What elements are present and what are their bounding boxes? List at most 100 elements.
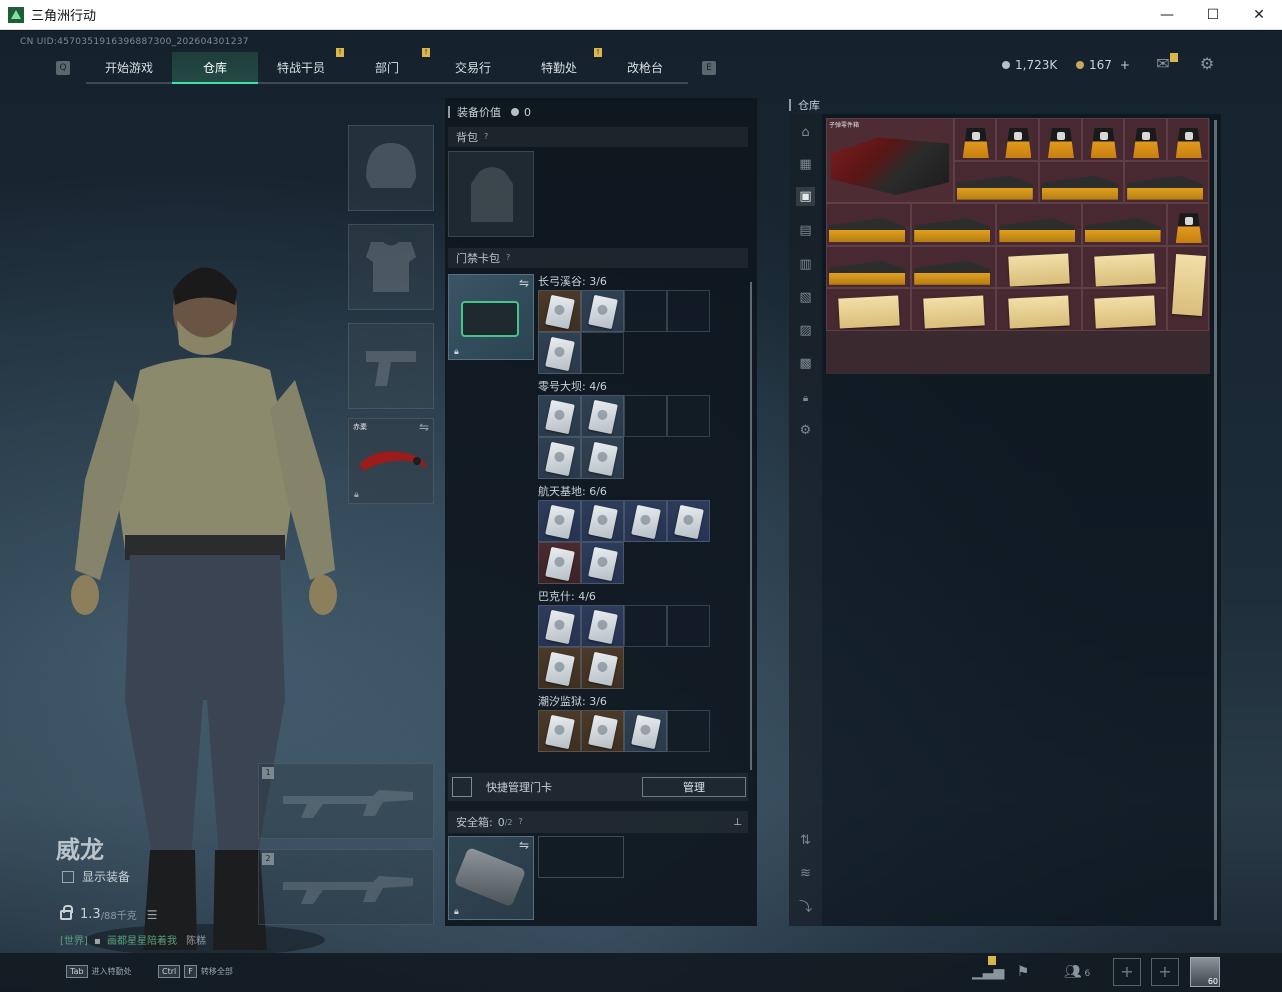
add-currency-icon[interactable]: + xyxy=(1120,58,1130,72)
player-avatar[interactable]: 60 xyxy=(1190,957,1220,987)
list-icon[interactable]: ☰ xyxy=(147,908,158,922)
ammo-parts-box[interactable]: 子弹零件箱 xyxy=(826,118,954,204)
invite-slot-1-button[interactable]: + xyxy=(1113,958,1141,986)
storage-tab-1-icon[interactable]: ⌂ xyxy=(796,123,815,142)
tab-gunsmith[interactable]: 改枪台 xyxy=(602,52,688,84)
empty-cell[interactable] xyxy=(624,290,667,332)
manage-button[interactable]: 管理 xyxy=(642,777,746,797)
empty-cell[interactable] xyxy=(624,395,667,437)
storage-tab-5-icon[interactable]: ▥ xyxy=(796,255,815,274)
help-icon[interactable]: ? xyxy=(484,132,494,142)
keycard-cell[interactable] xyxy=(538,290,581,332)
document-item[interactable] xyxy=(826,288,912,331)
storage-tab-6-icon[interactable]: ▧ xyxy=(796,288,815,307)
ammo-box-item[interactable] xyxy=(911,245,997,289)
keycard-cell[interactable] xyxy=(667,500,710,542)
gear-icon[interactable]: ⚙ xyxy=(796,421,815,440)
invite-slot-2-button[interactable]: + xyxy=(1151,958,1179,986)
transfer-icon[interactable]: ⤵ xyxy=(796,898,815,917)
coffee-item[interactable] xyxy=(953,118,997,161)
ammo-box-item[interactable] xyxy=(1038,160,1125,204)
ammo-box-item[interactable] xyxy=(996,203,1082,246)
document-item[interactable] xyxy=(1081,288,1167,331)
tab-special-ops[interactable]: 特勤处! xyxy=(516,48,602,84)
ammo-box-item[interactable] xyxy=(826,203,912,246)
swap-icon[interactable]: ⇋ xyxy=(519,838,529,852)
melee-slot[interactable]: 赤橐 ⇋ 🔒︎ xyxy=(348,418,434,504)
tab-start-game[interactable]: 开始游戏 xyxy=(86,52,172,84)
keycard-cell[interactable] xyxy=(581,437,624,479)
tab-trade[interactable]: 交易行 xyxy=(430,52,516,84)
pin-icon[interactable]: ⊥ xyxy=(733,817,742,828)
ammo-box-item[interactable] xyxy=(826,245,912,289)
nav-next-e-icon[interactable]: E xyxy=(702,61,716,75)
ammo-box-item[interactable] xyxy=(1124,160,1210,204)
keycard-scrollbar[interactable] xyxy=(750,282,752,770)
storage-tab-2-icon[interactable]: ▦ xyxy=(796,155,815,174)
keycard-cell[interactable] xyxy=(581,542,624,584)
safebox-item[interactable]: ⇋ 🔒︎ xyxy=(448,836,534,920)
storage-tab-3-icon[interactable]: ▣ xyxy=(796,187,815,206)
keycard-cell[interactable] xyxy=(538,332,581,374)
keycard-cell[interactable] xyxy=(538,710,581,752)
keycard-cell[interactable] xyxy=(581,647,624,689)
swap-icon[interactable]: ⇋ xyxy=(519,276,529,290)
coffee-item[interactable] xyxy=(1166,203,1210,246)
transfer-all-hint[interactable]: Ctrl F 转移全部 xyxy=(158,965,233,978)
gear-icon[interactable]: ⚙ xyxy=(1198,56,1216,72)
backpack-slot[interactable] xyxy=(448,151,534,237)
coffee-item[interactable] xyxy=(1124,118,1167,161)
friends-button[interactable]: 👥︎ 6 xyxy=(1060,962,1094,982)
premium-balance[interactable]: 167 + xyxy=(1076,58,1130,72)
empty-cell[interactable] xyxy=(667,605,710,647)
document-item[interactable] xyxy=(911,288,997,331)
maximize-button[interactable]: ☐ xyxy=(1190,0,1236,30)
keycard-cell[interactable] xyxy=(624,500,667,542)
sort-icon[interactable]: ⇅ xyxy=(796,831,815,850)
secondary-weapon-slot[interactable]: 2 xyxy=(258,849,434,925)
helmet-slot[interactable] xyxy=(348,125,434,211)
keycard-cell[interactable] xyxy=(538,437,581,479)
mail-icon[interactable]: ✉ xyxy=(1154,53,1178,72)
empty-cell[interactable] xyxy=(667,290,710,332)
document-item[interactable] xyxy=(996,245,1082,289)
keycard-cell[interactable] xyxy=(538,647,581,689)
help-icon[interactable]: ? xyxy=(506,253,516,263)
tab-warehouse[interactable]: 仓库 xyxy=(172,52,258,84)
empty-cell[interactable] xyxy=(667,395,710,437)
keycard-cell[interactable] xyxy=(538,605,581,647)
keycard-cell[interactable] xyxy=(624,710,667,752)
keycard-cell[interactable] xyxy=(538,395,581,437)
pistol-slot[interactable] xyxy=(348,323,434,409)
empty-cell[interactable] xyxy=(624,605,667,647)
keycard-cell[interactable] xyxy=(581,290,624,332)
coffee-item[interactable] xyxy=(1038,118,1082,161)
empty-cell[interactable] xyxy=(667,710,710,752)
coffee-item[interactable] xyxy=(996,118,1039,161)
coffee-item[interactable] xyxy=(1081,118,1125,161)
show-equipment-toggle[interactable]: 显示装备 xyxy=(62,868,130,885)
keycard-cell[interactable] xyxy=(538,500,581,542)
chat-preview[interactable]: [世界] ▪ 画都星星陪着我 陈糕 xyxy=(60,932,206,947)
storage-tab-7-icon[interactable]: ▨ xyxy=(796,321,815,340)
primary-weapon-slot[interactable]: 1 xyxy=(258,763,434,839)
document-item[interactable] xyxy=(1081,245,1167,289)
ammo-box-item[interactable] xyxy=(911,203,997,246)
coffee-item[interactable] xyxy=(1166,118,1210,161)
ammo-box-item[interactable] xyxy=(1081,203,1167,246)
document-item[interactable] xyxy=(996,288,1082,331)
document-item[interactable] xyxy=(1166,245,1210,331)
stats-icon[interactable]: ▁▃▅ xyxy=(972,956,1004,982)
nav-prev-q-icon[interactable]: Q xyxy=(56,61,70,75)
enter-special-ops-hint[interactable]: Tab 进入特勤处 xyxy=(66,965,132,978)
storage-tab-4-icon[interactable]: ▤ xyxy=(796,221,815,240)
safebox-empty-slot[interactable] xyxy=(538,836,624,878)
flag-icon[interactable]: ⚑ xyxy=(1012,962,1034,982)
keycard-cell[interactable] xyxy=(581,395,624,437)
keycard-cell[interactable] xyxy=(581,710,624,752)
keycard-cell[interactable] xyxy=(581,605,624,647)
close-button[interactable]: ✕ xyxy=(1236,0,1282,30)
help-icon[interactable]: ? xyxy=(519,817,529,827)
ammo-box-item[interactable] xyxy=(953,160,1039,204)
tab-department[interactable]: 部门! xyxy=(344,48,430,84)
